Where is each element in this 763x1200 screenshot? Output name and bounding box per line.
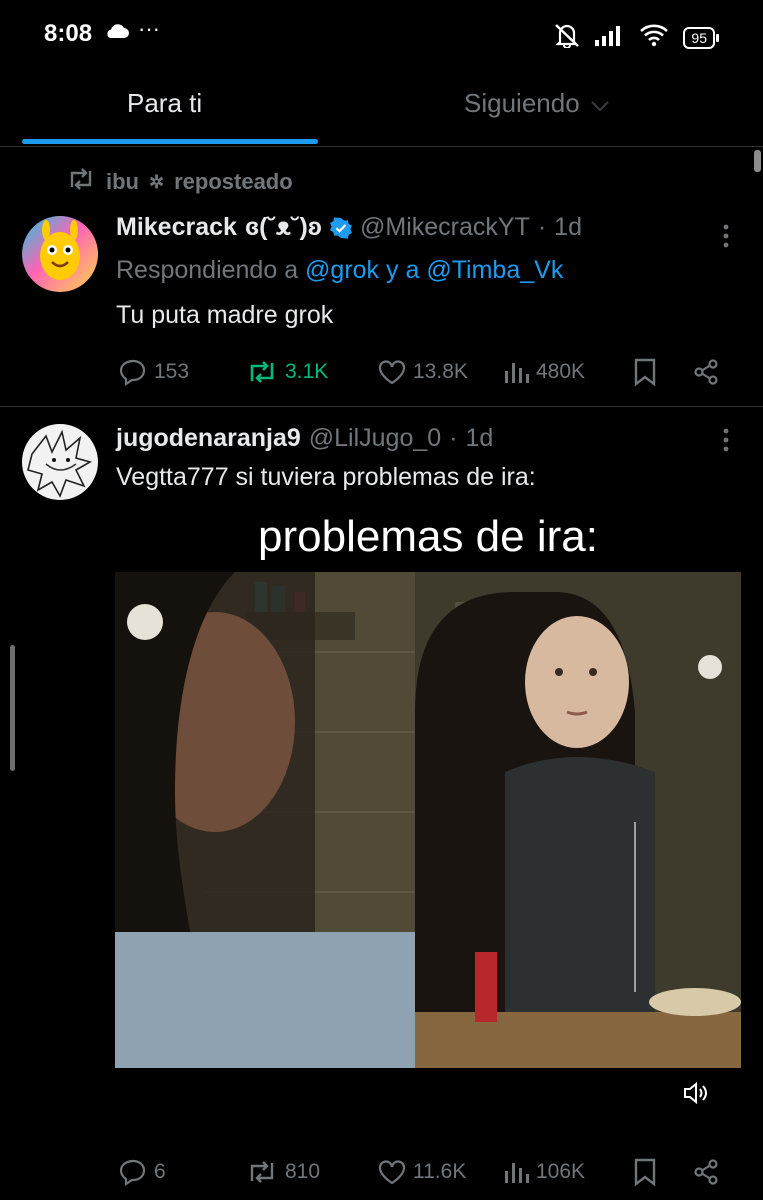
tweet2-more-icon[interactable]	[718, 428, 734, 452]
tweet2-bookmark-button[interactable]	[633, 1158, 657, 1186]
status-icons: 95	[553, 22, 719, 53]
tweet2-like-count: 11.6K	[413, 1160, 467, 1183]
tweet1-separator: ·	[537, 213, 547, 241]
avatar-manga-icon	[27, 429, 93, 498]
tweet2-video[interactable]	[115, 572, 741, 1068]
tweet1-like-count: 13.8K	[413, 360, 468, 383]
bookmark-icon	[634, 1158, 656, 1186]
tweet2-reply-count: 6	[154, 1160, 166, 1183]
tweet1-like-button[interactable]: 13.8K	[377, 359, 468, 385]
tweet1-views-button[interactable]: 480K	[502, 359, 585, 385]
tweet2-repost-count: 810	[285, 1160, 321, 1183]
replying-user-grok[interactable]: @grok	[305, 256, 379, 284]
avatar-mascot-icon	[40, 220, 80, 280]
settings-icon: ✲	[149, 171, 165, 192]
repost-icon	[66, 167, 96, 197]
signal-icon	[595, 24, 625, 51]
tweet2-separator: ·	[449, 424, 458, 452]
tweet2-reply-button[interactable]: 6	[118, 1158, 166, 1186]
media-caption: problemas de ira:	[258, 512, 598, 561]
avatar-mikecrack[interactable]	[22, 216, 98, 292]
volume-icon[interactable]	[682, 1081, 708, 1110]
repost-user[interactable]: ibu	[106, 169, 139, 195]
tweet-divider	[0, 406, 763, 407]
tweet2-actions: 6 810 11.6K 106K	[0, 1154, 763, 1190]
heart-icon	[378, 1160, 406, 1185]
status-more: ···	[138, 16, 160, 41]
reply-icon	[119, 359, 146, 386]
mute-icon	[553, 22, 581, 53]
repost-action: reposteado	[174, 169, 293, 194]
wifi-icon	[639, 23, 669, 52]
tweet1-more-icon[interactable]	[718, 224, 734, 248]
share-icon	[694, 359, 718, 385]
tweet1-actions: 153 3.1K 13.8K 480K	[0, 354, 763, 390]
tweet2-header: jugodenaranja9 @LilJugo_0 · 1d	[116, 424, 493, 453]
tab-siguiendo-label: Siguiendo	[464, 88, 580, 118]
tweet1-repost-button[interactable]: 3.1K	[245, 359, 328, 385]
share-icon	[694, 1159, 718, 1185]
verified-badge-icon	[330, 216, 352, 239]
avatar-jugodenaranja9[interactable]	[22, 424, 98, 500]
reply-icon	[119, 1159, 146, 1186]
views-chart-icon	[505, 1163, 529, 1183]
tab-para-ti[interactable]: Para ti	[127, 88, 202, 119]
tweet2-text: Vegtta777 si tuviera problemas de ira:	[116, 463, 536, 491]
tweet1-text: Tu puta madre grok	[116, 301, 334, 329]
tweet1-bookmark-button[interactable]	[633, 358, 657, 386]
tweet2-share-button[interactable]	[692, 1158, 720, 1186]
tweet1-repost-count: 3.1K	[285, 360, 329, 383]
tweet1-handle[interactable]: @MikecrackYT	[360, 213, 530, 242]
tweet1-time[interactable]: 1d	[554, 213, 582, 242]
tweet2-views-button[interactable]: 106K	[502, 1159, 585, 1185]
tweet1-header: Mikecrack ɞ(˘ᴥ˘)ʚ @MikecrackYT · 1d	[116, 213, 582, 242]
chevron-down-icon	[590, 88, 610, 119]
tweet1-replying-to: Respondiendo a @grok y a @Timba_Vk	[116, 256, 563, 285]
tweet2-author-name[interactable]: jugodenaranja9	[116, 424, 301, 453]
status-time: 8:08	[44, 20, 93, 47]
tab-siguiendo[interactable]: Siguiendo	[464, 88, 610, 119]
tweet1-author-name[interactable]: Mikecrack	[116, 213, 237, 242]
tab-active-indicator	[22, 139, 318, 144]
tweet1-view-count: 480K	[536, 360, 586, 383]
timeline-tabs: Para ti Siguiendo	[0, 72, 763, 147]
tweet1-reply-count: 153	[154, 360, 190, 383]
heart-icon	[378, 360, 406, 385]
repost-icon	[250, 361, 274, 383]
replying-and[interactable]: y a	[386, 256, 419, 284]
tweet2-like-button[interactable]: 11.6K	[377, 1159, 466, 1185]
replying-user-timba[interactable]: @Timba_Vk	[426, 256, 563, 284]
repost-banner[interactable]: ibu ✲ reposteado	[66, 167, 293, 197]
video-frame	[115, 572, 741, 1068]
tweet2-time[interactable]: 1d	[466, 424, 494, 453]
tweet1-share-button[interactable]	[692, 358, 720, 386]
tweet1-reply-button[interactable]: 153	[118, 358, 189, 386]
bookmark-icon	[634, 358, 656, 386]
battery-indicator: 95	[683, 26, 719, 49]
replying-prefix: Respondiendo a	[116, 256, 299, 284]
views-chart-icon	[505, 363, 529, 383]
tweet2-handle[interactable]: @LilJugo_0	[309, 424, 441, 453]
tweet2-repost-button[interactable]: 810	[245, 1159, 320, 1185]
status-bar: 8:08 ··· 95	[0, 0, 763, 70]
tweet2-view-count: 106K	[536, 1160, 586, 1183]
tweet1-author-name-suffix: ɞ(˘ᴥ˘)ʚ	[244, 213, 322, 241]
scrollbar-thumb[interactable]	[754, 150, 761, 172]
edge-gesture-handle	[10, 645, 15, 771]
repost-icon	[250, 1161, 274, 1183]
cloud-icon	[104, 22, 130, 45]
